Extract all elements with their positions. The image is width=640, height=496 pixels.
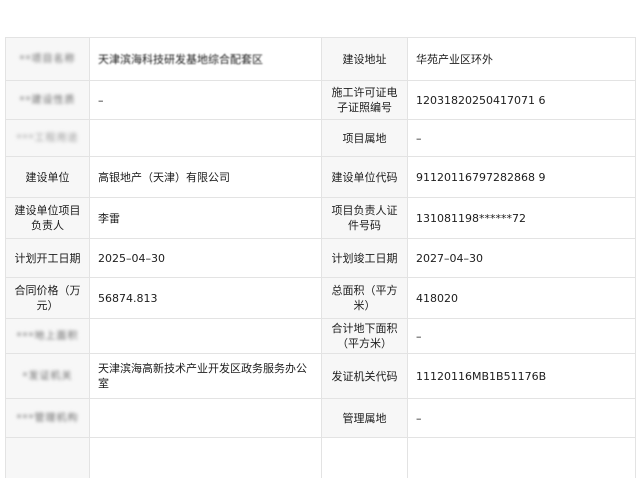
construction-address-label: 建设地址: [321, 37, 408, 81]
table-row-schedule: 计划开工日期 2025–04–30 计划竣工日期 2027–04–30: [5, 238, 636, 278]
table-row-issuing-authority: *发证机关 天津滨海高新技术产业开发区政务服务办公室 发证机关代码 111201…: [5, 353, 636, 399]
construction-nature-label: **建设性质: [5, 80, 90, 120]
project-name-value: 天津滨海科技研发基地综合配套区: [89, 37, 322, 81]
table-row-builder: 建设单位 高银地产（天津）有限公司 建设单位代码 911201167972828…: [5, 156, 636, 198]
builder-value: 高银地产（天津）有限公司: [89, 156, 322, 198]
management-agency-label: ***管理机构: [5, 398, 90, 438]
permit-number-value: 12031820250417071 6: [407, 80, 636, 120]
table-row-project-name: **项目名称 天津滨海科技研发基地综合配套区 建设地址 华苑产业区环外: [5, 37, 636, 81]
planned-completion-date-value: 2027–04–30: [407, 238, 636, 278]
total-area-value: 418020: [407, 277, 636, 319]
project-locality-value: –: [407, 119, 636, 157]
project-lead-id-label: 项目负责人证件号码: [321, 197, 408, 239]
empty-right-label: [321, 437, 408, 478]
contract-price-label: 合同价格（万元）: [5, 277, 90, 319]
builder-project-lead-label: 建设单位项目负责人: [5, 197, 90, 239]
project-locality-label: 项目属地: [321, 119, 408, 157]
above-ground-area-value: [89, 318, 322, 354]
project-name-label: **项目名称: [5, 37, 90, 81]
issuing-authority-code-value: 11120116MB1B51176B: [407, 353, 636, 399]
management-agency-value: [89, 398, 322, 438]
empty-left-label: [5, 437, 90, 478]
management-locality-value: –: [407, 398, 636, 438]
planned-start-date-label: 计划开工日期: [5, 238, 90, 278]
total-area-label: 总面积（平方米）: [321, 277, 408, 319]
project-usage-value: [89, 119, 322, 157]
permit-info-page: **项目名称 天津滨海科技研发基地综合配套区 建设地址 华苑产业区环外 **建设…: [0, 0, 640, 496]
management-locality-label: 管理属地: [321, 398, 408, 438]
planned-start-date-value: 2025–04–30: [89, 238, 322, 278]
construction-nature-value: –: [89, 80, 322, 120]
underground-area-value: –: [407, 318, 636, 354]
permit-number-label: 施工许可证电子证照编号: [321, 80, 408, 120]
above-ground-area-label: ***地上面积: [5, 318, 90, 354]
empty-right-value: [407, 437, 636, 478]
builder-project-lead-value: 李雷: [89, 197, 322, 239]
table-row-empty: [5, 437, 636, 478]
builder-code-value: 91120116797282868 9: [407, 156, 636, 198]
table-row-underground-area: ***地上面积 合计地下面积（平方米） –: [5, 318, 636, 354]
construction-address-value: 华苑产业区环外: [407, 37, 636, 81]
planned-completion-date-label: 计划竣工日期: [321, 238, 408, 278]
table-row-permit-number: **建设性质 – 施工许可证电子证照编号 12031820250417071 6: [5, 80, 636, 120]
table-row-project-lead: 建设单位项目负责人 李雷 项目负责人证件号码 131081198******72: [5, 197, 636, 239]
contract-price-value: 56874.813: [89, 277, 322, 319]
table-row-management-locality: ***管理机构 管理属地 –: [5, 398, 636, 438]
table-row-project-locality: ***工程用途 项目属地 –: [5, 119, 636, 157]
issuing-authority-label: *发证机关: [5, 353, 90, 399]
project-lead-id-value: 131081198******72: [407, 197, 636, 239]
empty-left-value: [89, 437, 322, 478]
underground-area-label: 合计地下面积（平方米）: [321, 318, 408, 354]
table-row-contract: 合同价格（万元） 56874.813 总面积（平方米） 418020: [5, 277, 636, 319]
issuing-authority-code-label: 发证机关代码: [321, 353, 408, 399]
issuing-authority-value: 天津滨海高新技术产业开发区政务服务办公室: [89, 353, 322, 399]
project-usage-label: ***工程用途: [5, 119, 90, 157]
permit-info-table: **项目名称 天津滨海科技研发基地综合配套区 建设地址 华苑产业区环外 **建设…: [5, 37, 636, 478]
builder-label: 建设单位: [5, 156, 90, 198]
builder-code-label: 建设单位代码: [321, 156, 408, 198]
